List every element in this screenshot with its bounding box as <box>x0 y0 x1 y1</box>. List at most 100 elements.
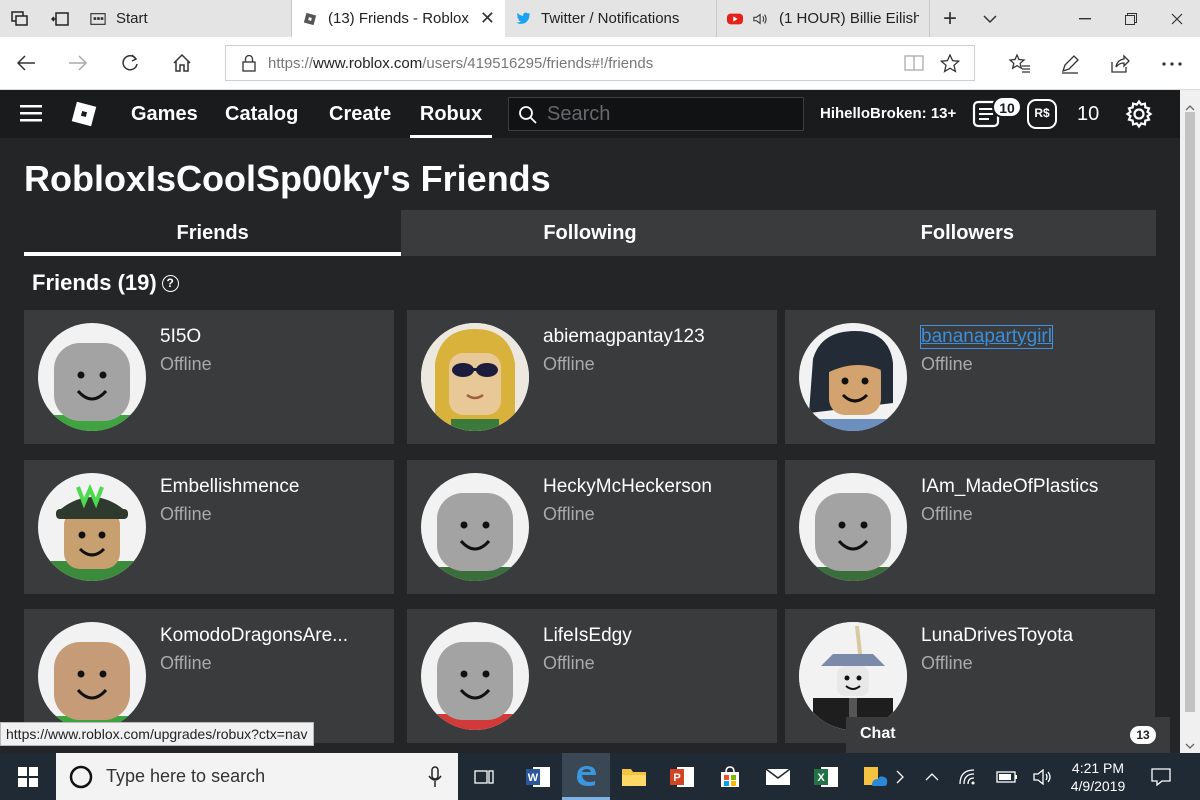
battery-icon[interactable] <box>992 753 1022 800</box>
taskbar-overflow-icon[interactable] <box>890 753 910 800</box>
browser-tab-strip: Start (13) Friends - Roblox ✕ Twitter / … <box>0 0 1200 37</box>
file-explorer-icon[interactable] <box>610 753 658 800</box>
taskbar-search-placeholder: Type here to search <box>106 766 266 786</box>
tab-friends-roblox[interactable]: (13) Friends - Roblox ✕ <box>292 0 505 37</box>
home-icon[interactable] <box>156 37 208 90</box>
hamburger-menu-icon[interactable] <box>20 104 42 127</box>
friend-name[interactable]: abiemagpantay123 <box>543 326 705 348</box>
tab-list-chevron-icon[interactable] <box>970 0 1010 37</box>
scrollbar-thumb[interactable] <box>1185 112 1195 712</box>
url-field[interactable]: https://www.roblox.com/users/419516295/f… <box>225 45 975 81</box>
task-view-icon[interactable] <box>460 753 508 800</box>
powerpoint-app-icon[interactable]: P <box>658 753 706 800</box>
volume-speaker-icon[interactable] <box>1028 753 1058 800</box>
search-placeholder: Search <box>547 102 611 125</box>
tab-friends-label: (13) Friends - Roblox <box>328 10 469 27</box>
friend-card[interactable]: LifeIsEdgy Offline <box>407 609 777 743</box>
roblox-search-input[interactable]: Search <box>508 97 804 131</box>
web-note-pen-icon[interactable] <box>1046 37 1094 90</box>
robux-symbol: R$ <box>1034 106 1050 120</box>
back-arrow-icon[interactable] <box>0 37 52 90</box>
friend-avatar[interactable] <box>421 323 529 431</box>
friend-name[interactable]: HeckyMcHeckerson <box>543 476 712 498</box>
roblox-favicon-icon <box>302 11 318 27</box>
share-icon[interactable] <box>1096 37 1144 90</box>
edge-browser-icon[interactable] <box>562 753 610 800</box>
nav-catalog-link[interactable]: Catalog <box>225 90 298 138</box>
tab-following[interactable]: Following <box>401 210 778 256</box>
friend-status: Offline <box>921 653 973 673</box>
friend-name[interactable]: LifeIsEdgy <box>543 625 632 647</box>
friend-card[interactable]: HeckyMcHeckerson Offline <box>407 460 777 594</box>
taskbar-search-input[interactable]: Type here to search <box>56 753 458 800</box>
mail-app-icon[interactable] <box>754 753 802 800</box>
account-username[interactable]: HihelloBroken: 13+ <box>820 105 956 122</box>
friend-avatar[interactable] <box>421 622 529 730</box>
friend-avatar[interactable] <box>38 323 146 431</box>
nav-robux-link[interactable]: Robux <box>410 90 492 138</box>
microphone-icon[interactable] <box>428 766 442 788</box>
friend-name[interactable]: bananapartygirl <box>920 325 1053 349</box>
show-hidden-icons-icon[interactable] <box>918 753 946 800</box>
tab-friends[interactable]: Friends <box>24 210 402 256</box>
tab-preview-icon[interactable] <box>40 0 80 37</box>
word-app-icon[interactable]: W <box>514 753 562 800</box>
store-app-icon[interactable] <box>706 753 754 800</box>
windows-taskbar: Type here to search W P X 4:21 PM 4/9/20… <box>0 753 1200 800</box>
tab-youtube[interactable]: (1 HOUR) Billie Eilish <box>717 0 930 37</box>
cortana-circle-icon <box>69 765 93 789</box>
set-aside-tabs-icon[interactable] <box>0 0 40 37</box>
refresh-icon[interactable] <box>104 37 156 90</box>
tab-start-label: Start <box>116 10 148 27</box>
speaker-audio-icon[interactable] <box>753 11 769 27</box>
tab-start[interactable]: Start <box>80 0 292 37</box>
reading-view-icon[interactable] <box>904 55 924 71</box>
roblox-logo-icon[interactable] <box>70 100 98 133</box>
close-tab-icon[interactable]: ✕ <box>480 8 495 29</box>
friend-avatar[interactable] <box>799 473 907 581</box>
chat-bar[interactable]: Chat 13 <box>846 717 1170 753</box>
friend-name[interactable]: 5I5O <box>160 326 201 348</box>
new-tab-button[interactable]: + <box>930 0 970 37</box>
close-window-icon[interactable] <box>1154 0 1200 37</box>
settings-gear-icon[interactable] <box>1124 99 1154 134</box>
restore-window-icon[interactable] <box>1108 0 1154 37</box>
twitter-bird-icon <box>515 11 531 27</box>
friend-name[interactable]: LunaDrivesToyota <box>921 625 1073 647</box>
messages-count-badge: 10 <box>992 96 1022 118</box>
page-scrollbar[interactable] <box>1180 90 1200 753</box>
friend-card[interactable]: bananapartygirl Offline <box>785 310 1155 444</box>
friend-avatar[interactable] <box>799 323 907 431</box>
taskbar-clock[interactable]: 4:21 PM 4/9/2019 <box>1062 759 1134 795</box>
friend-name[interactable]: IAm_MadeOfPlastics <box>921 476 1098 498</box>
nav-create-link[interactable]: Create <box>329 90 391 138</box>
favorite-star-icon[interactable] <box>940 54 960 73</box>
minimize-window-icon[interactable] <box>1062 0 1108 37</box>
windows-start-icon[interactable] <box>4 753 52 800</box>
excel-app-icon[interactable]: X <box>802 753 850 800</box>
friend-avatar[interactable] <box>38 473 146 581</box>
friend-name[interactable]: KomodoDragonsAre... <box>160 625 348 647</box>
friend-avatar[interactable] <box>38 622 146 730</box>
svg-text:W: W <box>528 772 539 784</box>
friend-card[interactable]: Embellishmence Offline <box>24 460 394 594</box>
wifi-network-icon[interactable] <box>954 753 984 800</box>
robux-amount[interactable]: 10 <box>1077 103 1099 126</box>
friend-avatar[interactable] <box>799 622 907 730</box>
tab-followers[interactable]: Followers <box>779 210 1156 256</box>
friend-name[interactable]: Embellishmence <box>160 476 299 498</box>
friend-avatar[interactable] <box>421 473 529 581</box>
tab-strip-spacer <box>1010 0 1062 37</box>
scroll-down-arrow-icon[interactable] <box>1185 736 1195 754</box>
nav-games-link[interactable]: Games <box>131 90 198 138</box>
help-icon[interactable]: ? <box>161 274 179 292</box>
tab-twitter[interactable]: Twitter / Notifications <box>505 0 717 37</box>
robux-icon[interactable]: R$ <box>1027 99 1057 129</box>
action-center-notifications-icon[interactable] <box>1144 753 1178 800</box>
more-options-icon[interactable] <box>1148 37 1196 90</box>
favorites-hub-icon[interactable] <box>996 37 1044 90</box>
friend-card[interactable]: IAm_MadeOfPlastics Offline <box>785 460 1155 594</box>
forward-arrow-icon[interactable] <box>52 37 104 90</box>
friend-card[interactable]: 5I5O Offline <box>24 310 394 444</box>
friend-card[interactable]: abiemagpantay123 Offline <box>407 310 777 444</box>
